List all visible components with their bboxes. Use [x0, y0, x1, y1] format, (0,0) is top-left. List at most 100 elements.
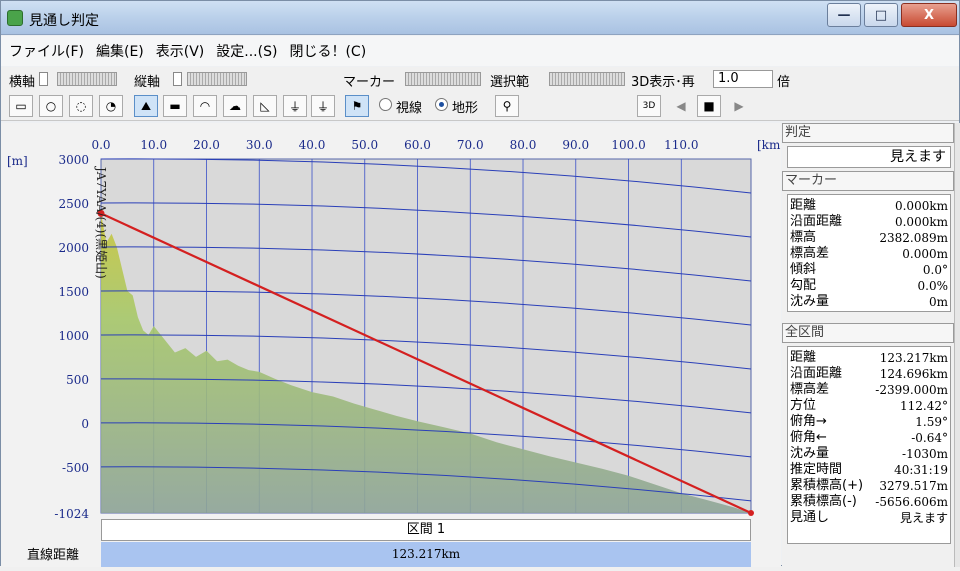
menu-file[interactable]: ファイル(F)	[9, 41, 84, 61]
v-axis-slider-knob[interactable]	[173, 72, 182, 86]
marker-info-row: 沈み量 0m	[788, 294, 950, 310]
h-axis-label: 横軸	[9, 75, 36, 90]
range-label: 選択範	[490, 75, 530, 90]
marker-label: マーカー	[343, 75, 396, 90]
menu-view[interactable]: 表示(V)	[156, 41, 205, 61]
plug2-button[interactable]: ⏚	[311, 95, 335, 117]
all-section-value: -5656.606m	[875, 495, 948, 509]
all-section-value: -0.64°	[911, 431, 948, 445]
title-bar: 見通し判定 — □ X	[1, 1, 959, 35]
marker-info-row: 標高差 0.000m	[788, 246, 950, 262]
marker-info-value: 0.000km	[894, 199, 948, 213]
toolbar: 横軸 縦軸 マーカー 選択範 3D表示･再 1.0 倍 ▭ ○ ◌ ◔ ⛰ ▬ …	[1, 67, 959, 121]
menu-bar: ファイル(F) 編集(E) 表示(V) 設定...(S) 閉じる！(C)	[1, 36, 959, 66]
x-tick-label: 20.0	[193, 138, 220, 152]
all-section-row: 距離 123.217km	[788, 350, 950, 366]
view3d-button[interactable]: 3D	[637, 95, 661, 117]
marker-info-key: 勾配	[790, 278, 817, 293]
all-section-row: 推定時間 40:31:19	[788, 462, 950, 478]
all-section-value: -1030m	[902, 447, 948, 461]
all-section-value: 124.696km	[879, 367, 948, 381]
all-section-row: 累積標高(-) -5656.606m	[788, 494, 950, 510]
h-zoom3-button[interactable]: ◔	[99, 95, 123, 117]
stop-button[interactable]: ■	[697, 95, 721, 117]
marker-info-value: 0m	[928, 295, 948, 309]
marker-info-key: 標高	[790, 230, 817, 245]
h-zoom2-button[interactable]: ◌	[69, 95, 93, 117]
times-label: 倍	[777, 75, 791, 90]
h-axis-slider[interactable]	[57, 72, 117, 86]
x-tick-label: 80.0	[510, 138, 537, 152]
v-axis-slider[interactable]	[187, 72, 247, 86]
marker-info-value: 0.000m	[902, 247, 948, 261]
maximize-button[interactable]: □	[864, 3, 898, 27]
y-tick-label: 3000	[58, 153, 89, 167]
all-section-row: 方位 112.42°	[788, 398, 950, 414]
section-title: 区間 1	[101, 519, 751, 541]
minimize-button[interactable]: —	[827, 3, 861, 27]
sight-line-radio[interactable]	[379, 98, 392, 111]
v-cloud-button[interactable]: ☁	[223, 95, 247, 117]
panel-scroll-edge[interactable]	[954, 123, 960, 567]
x-tick-label: 70.0	[457, 138, 484, 152]
y-tick-label: 1000	[58, 329, 89, 343]
x-tick-label: 50.0	[351, 138, 378, 152]
all-section-value: 112.42°	[900, 399, 948, 413]
v-axis-label: 縦軸	[134, 75, 161, 90]
range-slider[interactable]	[549, 72, 625, 86]
h-axis-line-button[interactable]: ▭	[9, 95, 33, 117]
sight-line-radio-label: 視線	[396, 101, 423, 116]
marker-tool-button[interactable]: ⚑	[345, 95, 369, 117]
marker-info-row: 沿面距離 0.000km	[788, 214, 950, 230]
range-select-button[interactable]: ⚲	[495, 95, 519, 117]
judgement-box: 見えます	[787, 146, 951, 168]
all-section-value: 40:31:19	[894, 463, 948, 477]
view3d-select[interactable]: 1.0	[713, 70, 773, 88]
marker-slider[interactable]	[405, 72, 481, 86]
all-section-value: 見えます	[899, 511, 948, 525]
app-icon	[7, 10, 23, 26]
v-curve-button[interactable]: ◠	[193, 95, 217, 117]
x-axis-unit: [km]	[757, 138, 781, 152]
all-section-key: 俯角←	[790, 430, 827, 445]
h-zoom1-button[interactable]: ○	[39, 95, 63, 117]
all-section-key: 累積標高(+)	[790, 478, 864, 493]
v-flat-button[interactable]: ▬	[163, 95, 187, 117]
x-tick-label: 60.0	[404, 138, 431, 152]
all-section-key: 沈み量	[790, 446, 830, 461]
info-panel: 判定 見えます マーカー 距離 0.000km 沿面距離 0.000km 標高 2382.…	[782, 123, 960, 567]
all-section-key: 見通し	[790, 510, 830, 525]
marker-info-value: 0.0%	[917, 279, 949, 293]
terrain-radio[interactable]	[435, 98, 448, 111]
all-section-key: 沿面距離	[790, 366, 843, 381]
slope-button[interactable]: ◺	[253, 95, 277, 117]
menu-settings[interactable]: 設定...(S)	[216, 41, 277, 61]
judgement-head: 判定	[782, 123, 954, 143]
marker-info-key: 標高差	[790, 246, 830, 261]
y-tick-label: 2000	[58, 241, 89, 255]
all-section-box: 距離 123.217km 沿面距離 124.696km 標高差 -2399.000m 方位 1…	[787, 346, 951, 544]
plug1-button[interactable]: ⏚	[283, 95, 307, 117]
menu-edit[interactable]: 編集(E)	[96, 41, 144, 61]
mountain-profile-button[interactable]: ⛰	[134, 95, 158, 117]
all-section-row: 累積標高(+) 3279.517m	[788, 478, 950, 494]
y-tick-label: 1500	[58, 285, 89, 299]
play-forward-icon[interactable]: ▶	[727, 95, 751, 117]
play-back-icon[interactable]: ◀	[669, 95, 693, 117]
h-axis-slider-knob[interactable]	[39, 72, 48, 86]
profile-chart[interactable]: 0.0 10.0 20.0 30.0 40.0 50.0 60.0 70.0 80.0 90.0 1…	[1, 123, 785, 567]
judgement-value: 見えます	[890, 149, 946, 165]
all-section-value: -2399.000m	[875, 383, 948, 397]
close-button[interactable]: X	[901, 3, 957, 27]
marker-head: マーカー	[782, 171, 954, 191]
end-marker	[748, 510, 754, 516]
all-section-key: 俯角→	[790, 414, 827, 429]
x-tick-label: 10.0	[140, 138, 167, 152]
x-tick-label: 0.0	[91, 138, 110, 152]
menu-close[interactable]: 閉じる！(C)	[289, 41, 366, 61]
y-tick-label: -500	[62, 461, 89, 475]
y-tick-label: 2500	[58, 197, 89, 211]
all-section-key: 標高差	[790, 382, 830, 397]
y-tick-label: 0	[81, 417, 89, 431]
marker-info-row: 距離 0.000km	[788, 198, 950, 214]
